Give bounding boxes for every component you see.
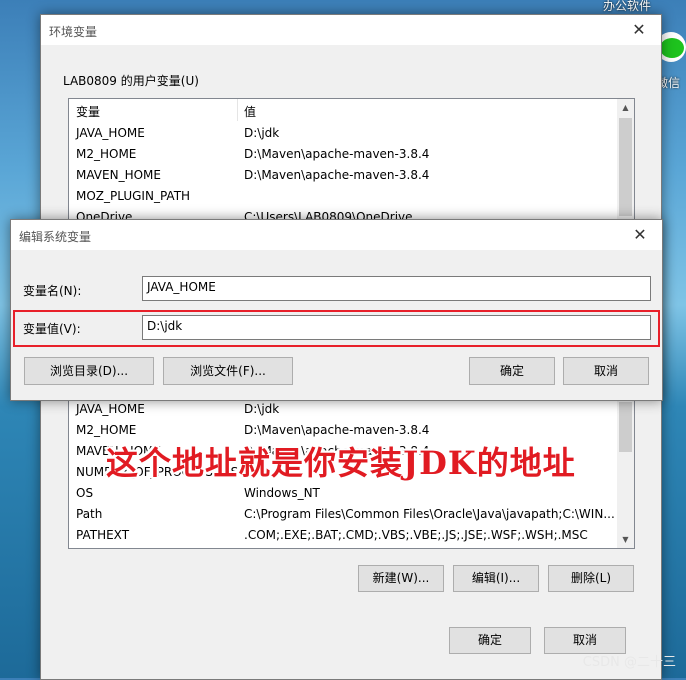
list-item[interactable]: MAVEN_HOME D:\Maven\apache-maven-3.8.4 [69, 165, 617, 186]
var-value: D:\Maven\apache-maven-3.8.4 [244, 423, 430, 437]
var-value: D:\Maven\apache-maven-3.8.4 [244, 147, 430, 161]
var-name: JAVA_HOME [76, 126, 145, 140]
browse-file-button[interactable]: 浏览文件(F)... [163, 357, 293, 385]
list-item[interactable]: M2_HOME D:\Maven\apache-maven-3.8.4 [69, 144, 617, 165]
variable-name-label: 变量名(N): [23, 284, 82, 298]
var-name: Path [76, 507, 103, 521]
var-value: C:\Program Files\Common Files\Oracle\Jav… [244, 507, 615, 521]
close-icon[interactable]: ✕ [618, 220, 662, 250]
title-bar[interactable]: 环境变量 ✕ [41, 15, 661, 45]
var-name: OS [76, 486, 94, 500]
edit-variable-button[interactable]: 编辑(I)... [453, 565, 539, 592]
browse-directory-button[interactable]: 浏览目录(D)... [24, 357, 154, 385]
user-list-scrollbar[interactable]: ▲ [617, 99, 634, 219]
variable-value-label: 变量值(V): [23, 322, 81, 336]
var-name: PATHEXT [76, 528, 130, 542]
var-name: MOZ_PLUGIN_PATH [76, 189, 191, 203]
wechat-icon[interactable] [660, 38, 684, 58]
list-item[interactable]: JAVA_HOME D:\jdk [69, 399, 617, 420]
var-value: .COM;.EXE;.BAT;.CMD;.VBS;.VBE;.JS;.JSE;.… [244, 528, 588, 542]
scroll-thumb[interactable] [619, 118, 632, 216]
var-value: D:\jdk [244, 126, 280, 140]
var-name: M2_HOME [76, 147, 137, 161]
var-name: M2_HOME [76, 423, 137, 437]
var-value: Windows_NT [244, 486, 320, 500]
variable-name-field[interactable]: JAVA_HOME [142, 276, 651, 301]
ok-button[interactable]: 确定 [469, 357, 555, 385]
ok-button[interactable]: 确定 [449, 627, 531, 654]
var-value: D:\jdk [244, 402, 280, 416]
close-icon[interactable]: ✕ [617, 15, 661, 45]
annotation-text: 这个地址就是你安装JDK的地址 [106, 444, 576, 482]
list-item[interactable]: MOZ_PLUGIN_PATH [69, 186, 617, 207]
edit-system-variable-dialog: 编辑系统变量 ✕ 变量名(N): JAVA_HOME 变量值(V): D:\jd… [10, 219, 663, 401]
system-list-scrollbar[interactable]: ▼ [617, 396, 634, 548]
delete-variable-button[interactable]: 删除(L) [548, 565, 634, 592]
cancel-button[interactable]: 取消 [544, 627, 626, 654]
list-item[interactable]: Path C:\Program Files\Common Files\Oracle… [69, 504, 617, 525]
var-name: JAVA_HOME [76, 402, 145, 416]
scroll-thumb[interactable] [619, 402, 632, 452]
new-variable-button[interactable]: 新建(W)... [358, 565, 444, 592]
column-header-name[interactable]: 变量 [76, 103, 100, 120]
scroll-down-icon[interactable]: ▼ [617, 531, 634, 548]
var-value: D:\Maven\apache-maven-3.8.4 [244, 168, 430, 182]
title-bar[interactable]: 编辑系统变量 ✕ [11, 220, 662, 250]
column-header-value[interactable]: 值 [244, 103, 256, 120]
var-name: MAVEN_HOME [76, 168, 161, 182]
list-item[interactable]: OS Windows_NT [69, 483, 617, 504]
user-variables-label: LAB0809 的用户变量(U) [63, 74, 199, 88]
dialog-title: 环境变量 [49, 25, 98, 39]
list-header: 变量 值 [69, 99, 617, 121]
watermark: CSDN @二十三 [582, 655, 676, 670]
scroll-up-icon[interactable]: ▲ [617, 99, 634, 116]
list-item[interactable]: PATHEXT .COM;.EXE;.BAT;.CMD;.VBS;.VBE;.JS… [69, 525, 617, 546]
cancel-button[interactable]: 取消 [563, 357, 649, 385]
dialog-title: 编辑系统变量 [19, 230, 92, 244]
user-variables-list[interactable]: 变量 值 JAVA_HOME D:\jdk M2_HOME D:\Maven\apa… [68, 98, 635, 220]
desktop-label-office[interactable]: 办公软件 [603, 0, 651, 14]
list-item[interactable]: JAVA_HOME D:\jdk [69, 123, 617, 144]
column-header-divider[interactable] [237, 99, 238, 121]
variable-value-field[interactable]: D:\jdk [142, 315, 651, 340]
